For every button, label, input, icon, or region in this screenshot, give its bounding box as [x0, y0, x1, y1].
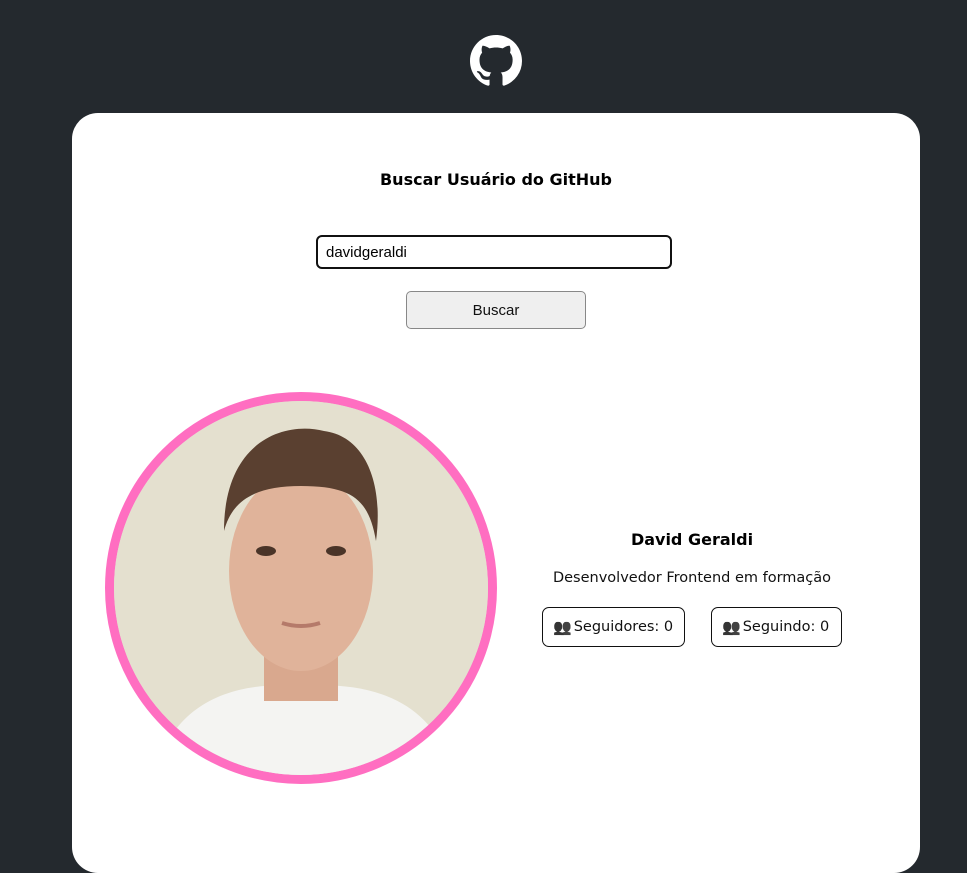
followers-badge: 👥 Seguidores: 0 — [542, 607, 685, 647]
profile-name: David Geraldi — [630, 530, 754, 549]
avatar — [105, 392, 497, 784]
page-title: Buscar Usuário do GitHub — [379, 170, 612, 189]
username-input[interactable] — [316, 235, 672, 269]
people-icon: 👥 — [553, 618, 572, 636]
search-button[interactable]: Buscar — [406, 291, 586, 329]
following-count: Seguindo: 0 — [742, 619, 830, 635]
people-icon: 👥 — [722, 618, 741, 636]
search-card: Buscar Usuário do GitHub Buscar David Ge… — [72, 113, 920, 873]
followers-count: Seguidores: 0 — [573, 619, 674, 635]
following-badge: 👥 Seguindo: 0 — [711, 607, 842, 647]
avatar-photo — [114, 401, 488, 775]
profile-bio: Desenvolvedor Frontend em formação — [552, 570, 832, 586]
github-icon — [470, 35, 522, 86]
